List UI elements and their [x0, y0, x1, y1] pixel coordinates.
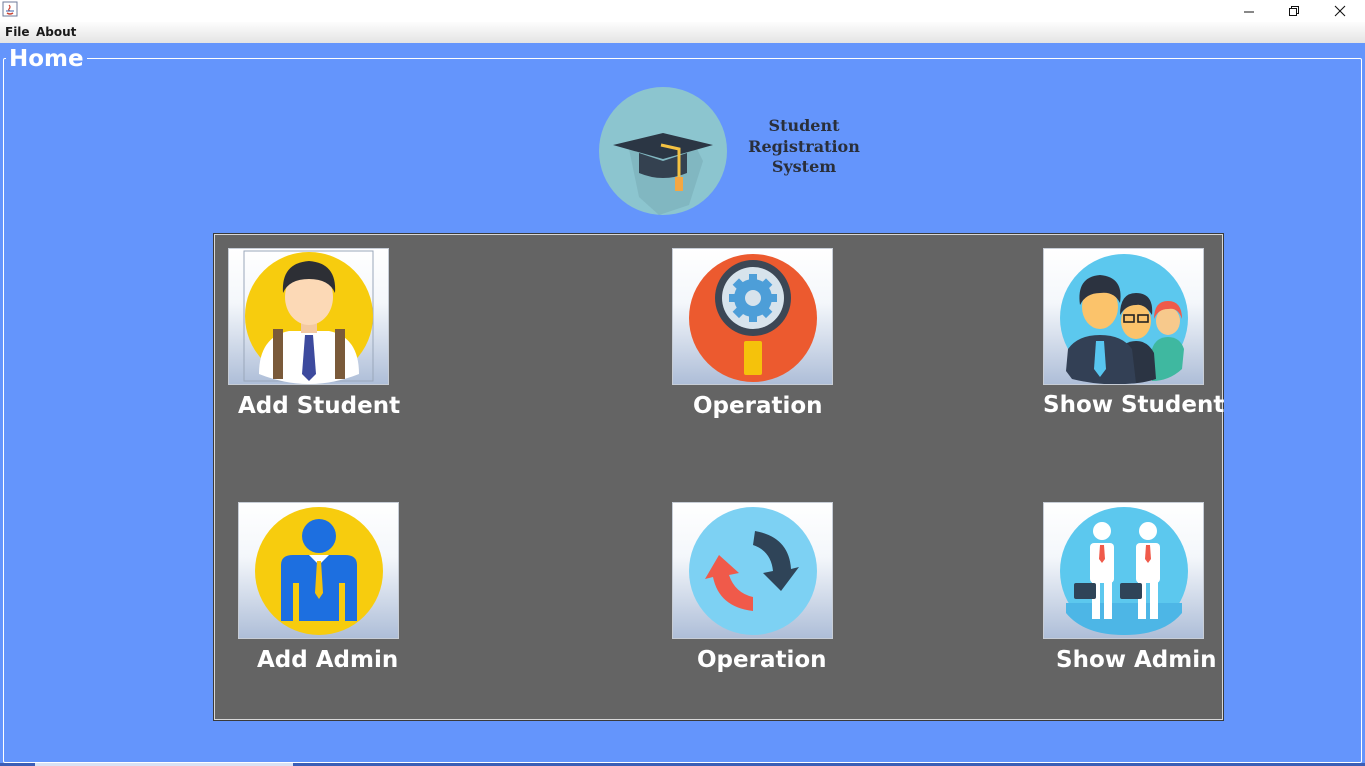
close-button[interactable] — [1317, 0, 1363, 22]
operation-label-1[interactable]: Operation — [693, 392, 823, 420]
minimize-button[interactable] — [1226, 0, 1272, 22]
page-title: Home — [6, 46, 87, 72]
graduation-cap-icon — [599, 87, 727, 215]
app-logo-text: Student Registration System — [742, 116, 866, 178]
logo-line-1: Student — [768, 116, 840, 135]
admin-icon — [255, 507, 383, 635]
search-gear-icon — [689, 254, 817, 382]
show-admin-button[interactable] — [1043, 502, 1204, 639]
menu-bar: File About — [0, 22, 1365, 43]
operation-label-2[interactable]: Operation — [697, 646, 827, 674]
add-student-label[interactable]: Add Student — [238, 392, 400, 420]
logo-line-3: System — [771, 157, 837, 176]
restore-icon — [1289, 6, 1299, 16]
show-admin-label[interactable]: Show Admin — [1056, 646, 1216, 674]
close-icon — [1334, 5, 1346, 17]
menu-about[interactable]: About — [36, 25, 76, 39]
add-student-button[interactable] — [228, 248, 389, 385]
minimize-icon — [1244, 11, 1254, 13]
home-content: Home Student Registration System Add Stu… — [0, 43, 1365, 766]
java-app-icon — [2, 1, 18, 17]
student-icon — [243, 250, 374, 384]
refresh-arrows-icon — [689, 507, 817, 635]
admin-operation-button[interactable] — [672, 502, 833, 639]
restore-button[interactable] — [1271, 0, 1317, 22]
menu-file[interactable]: File — [5, 25, 30, 39]
admins-group-icon — [1060, 507, 1188, 635]
window-title-bar — [0, 0, 1365, 22]
show-student-button[interactable] — [1043, 248, 1204, 385]
add-admin-label[interactable]: Add Admin — [257, 646, 398, 674]
menu-panel: Add Student Operation Show Student Add A… — [213, 233, 1224, 721]
add-admin-button[interactable] — [238, 502, 399, 639]
student-operation-button[interactable] — [672, 248, 833, 385]
logo-line-2: Registration — [748, 136, 860, 156]
show-student-label[interactable]: Show Student — [1043, 391, 1224, 419]
students-group-icon — [1060, 254, 1188, 384]
